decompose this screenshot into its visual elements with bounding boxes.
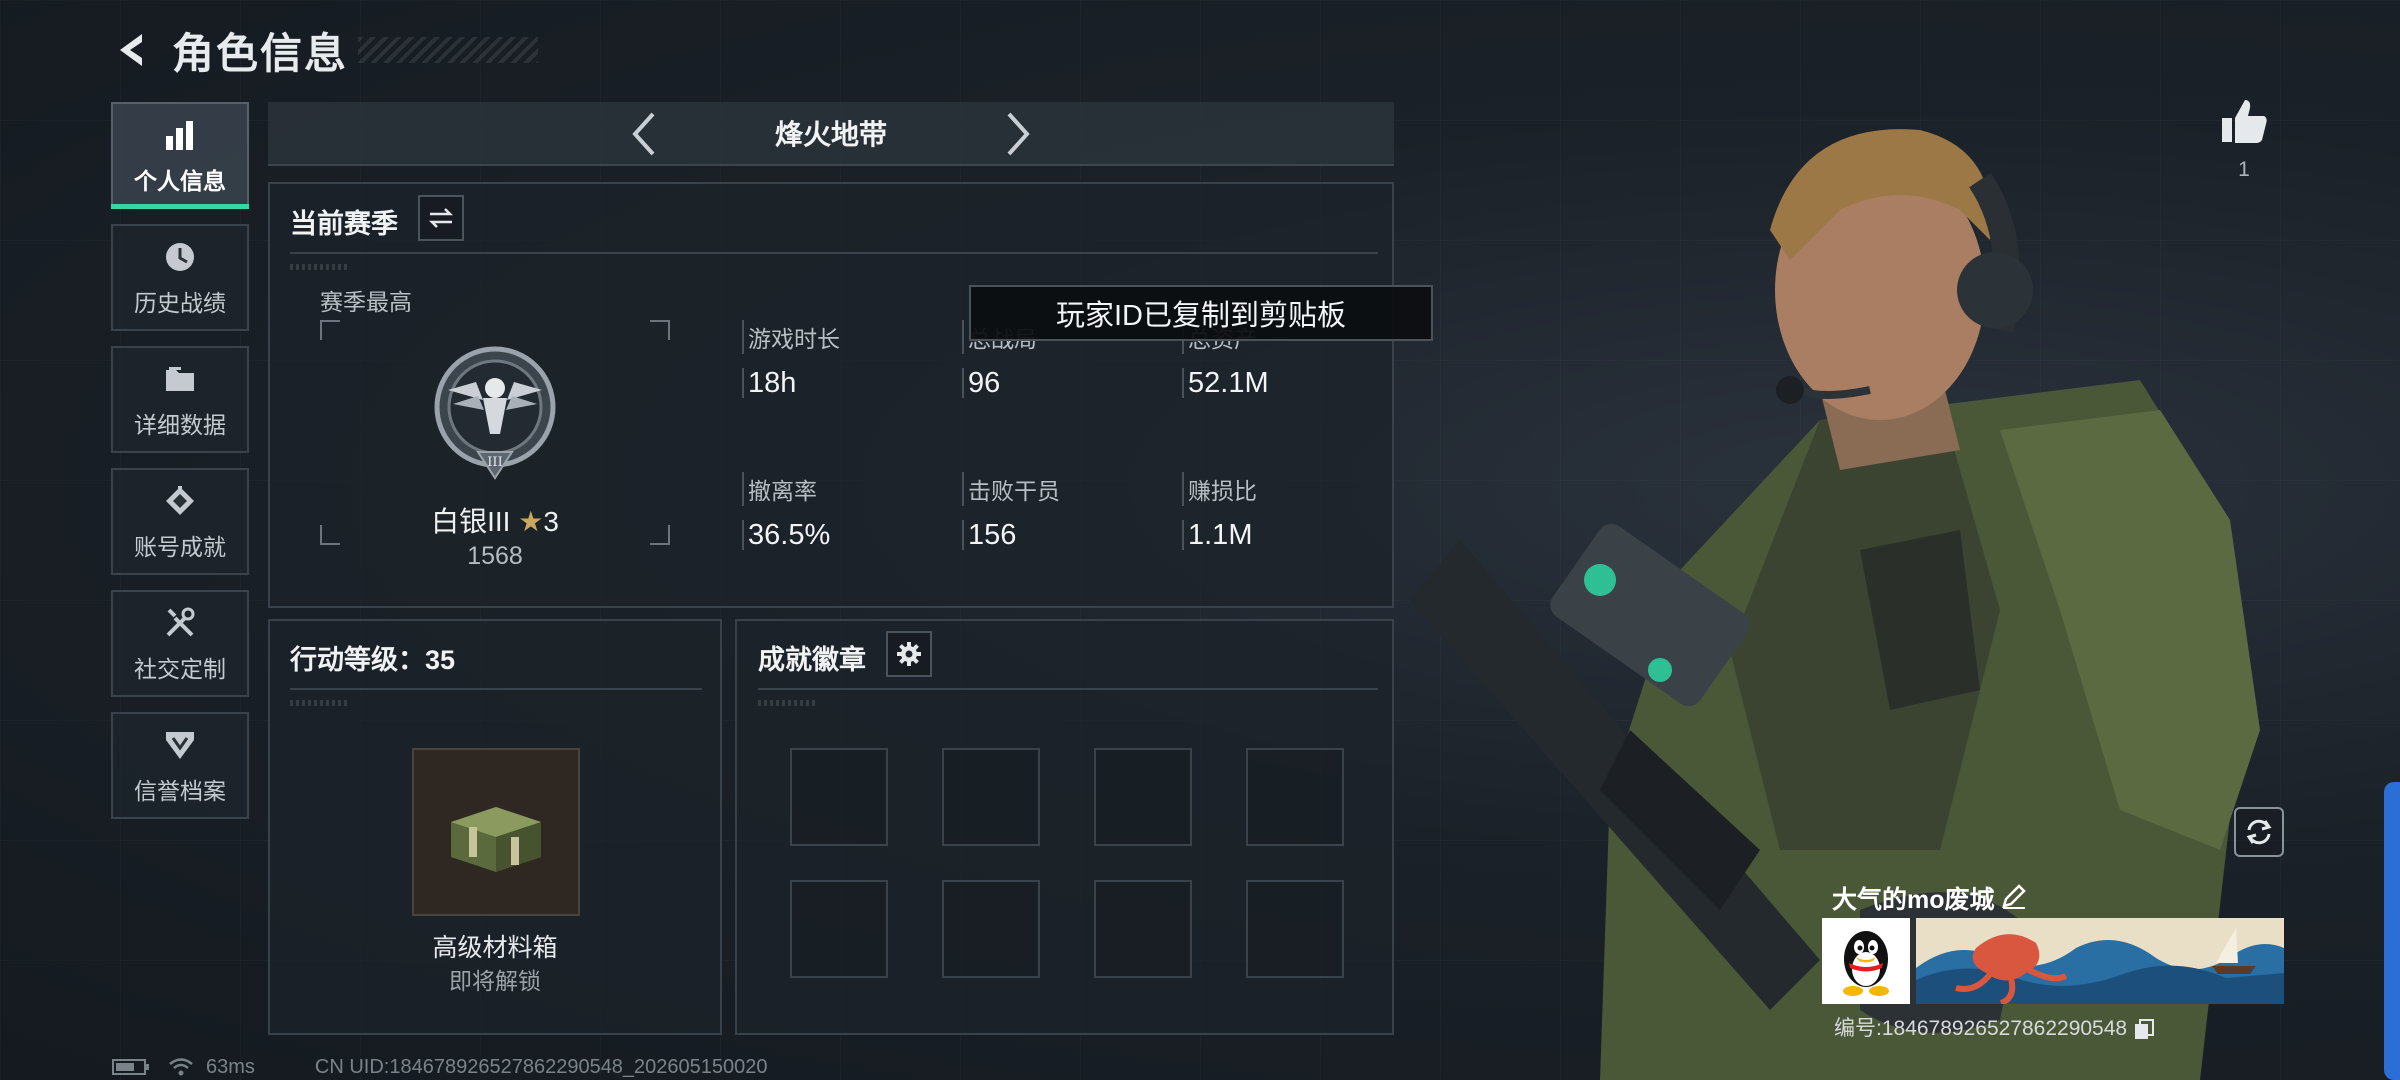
like-count: 1 [2238, 158, 2250, 181]
sidebar-item-detailed-data[interactable]: 详细数据 [111, 346, 249, 453]
sidebar-item-label: 个人信息 [134, 167, 226, 194]
title-decoration [358, 37, 539, 63]
achievement-icon [161, 482, 199, 520]
sidebar-item-social[interactable]: 社交定制 [111, 590, 249, 697]
battery-icon [112, 1059, 149, 1075]
rank-emblem-icon: III [434, 346, 556, 480]
divider [758, 688, 1378, 690]
folder-icon [161, 360, 199, 398]
qq-avatar-icon[interactable] [1822, 918, 1910, 1004]
pencil-edit-icon[interactable] [2000, 882, 2028, 910]
back-arrow-icon[interactable] [110, 28, 154, 72]
wifi-icon [169, 1058, 193, 1076]
stat-value: 52.1M [1182, 368, 1269, 398]
material-box-icon [451, 807, 541, 872]
profile-banner [1916, 918, 2284, 1004]
decoration [290, 264, 350, 270]
mode-name: 烽火地带 [774, 119, 887, 150]
badge-slot[interactable] [790, 880, 888, 978]
sidebar-item-label: 信誉档案 [134, 777, 226, 804]
chevron-left-icon[interactable] [620, 110, 668, 158]
copy-icon[interactable] [2133, 1018, 2155, 1040]
stat-value: 36.5% [742, 520, 830, 550]
season-title: 当前赛季 [290, 209, 398, 239]
uid-text: CN UID:1846789265278622905​48_2026051500… [314, 1055, 768, 1078]
rank-name: 白银III ★3 [320, 500, 670, 540]
stat-operators-defeated: 击败干员 156 [962, 472, 1060, 550]
sidebar-item-label: 社交定制 [134, 655, 226, 682]
stat-label: 赚损比 [1182, 472, 1257, 506]
sidebar-item-achievements[interactable]: 账号成就 [111, 468, 249, 575]
reputation-shield-icon [161, 726, 199, 764]
badge-slot[interactable] [942, 748, 1040, 846]
badge-slot[interactable] [942, 880, 1040, 978]
sidebar-item-label: 详细数据 [134, 411, 226, 438]
player-card: 大气的mo废城 编号:1846789265278622905​48 [1822, 876, 2284, 1044]
swap-icon[interactable] [418, 195, 464, 241]
stat-value: 96 [962, 368, 1037, 398]
status-bar: 63ms CN UID:1846789265278622905​48_20260… [112, 1054, 768, 1080]
reward-name: 高级材料箱 [432, 934, 558, 962]
frame-corner [650, 320, 670, 340]
svg-text:III: III [487, 455, 502, 470]
frame-corner [320, 320, 340, 340]
history-clock-icon [161, 238, 199, 276]
header: 角色信息 [110, 22, 539, 78]
refresh-icon[interactable] [2234, 807, 2284, 857]
season-best-label: 赛季最高 [320, 289, 412, 315]
rank-score: 1568 [467, 542, 523, 570]
mode-selector: 烽火地带 [268, 102, 1394, 166]
reward-status: 即将解锁 [449, 968, 541, 994]
badge-slot[interactable] [790, 748, 888, 846]
gear-icon[interactable] [886, 631, 932, 677]
player-name: 大气的mo废城 [1832, 886, 1995, 914]
decoration [758, 700, 818, 706]
decoration [290, 700, 350, 706]
action-level-title: 行动等级：35 [290, 645, 456, 675]
badge-slot[interactable] [1094, 748, 1192, 846]
stat-label: 击败干员 [962, 472, 1060, 506]
rank-tier: 白银III [431, 506, 511, 537]
stat-extraction-rate: 撤离率 36.5% [742, 472, 830, 550]
thumbs-up-icon[interactable] [2218, 96, 2270, 148]
reward-item[interactable] [412, 748, 580, 916]
sidebar-item-label: 账号成就 [134, 533, 226, 560]
player-id: 编号:1846789265278622905​48 [1834, 1012, 2155, 1042]
page-title: 角色信息 [172, 29, 349, 77]
divider [290, 688, 702, 690]
tools-icon [161, 604, 199, 642]
stat-value: 18h [742, 368, 840, 398]
sidebar-item-reputation[interactable]: 信誉档案 [111, 712, 249, 819]
stat-value: 1.1M [1182, 520, 1257, 550]
bar-chart-icon [161, 116, 199, 154]
sidebar-item-label: 历史战绩 [134, 289, 226, 316]
stat-label: 游戏时长 [742, 320, 840, 354]
divider [290, 252, 1378, 254]
badges-title: 成就徽章 [758, 645, 866, 675]
chevron-right-icon[interactable] [994, 110, 1042, 158]
sidebar-item-history[interactable]: 历史战绩 [111, 224, 249, 331]
sidebar-item-personal-info[interactable]: 个人信息 [111, 102, 249, 209]
stat-value: 156 [962, 520, 1060, 550]
rank-stars: 3 [543, 506, 559, 537]
badge-slot[interactable] [1094, 880, 1192, 978]
ping-value: 63ms [206, 1055, 255, 1078]
player-id-text: 编号:1846789265278622905​48 [1834, 1017, 2128, 1040]
stat-playtime: 游戏时长 18h [742, 320, 840, 398]
stat-profit-loss-ratio: 赚损比 1.1M [1182, 472, 1257, 550]
stat-label: 撤离率 [742, 472, 830, 506]
side-drawer-tab[interactable] [2384, 782, 2400, 1080]
star-icon: ★ [518, 506, 544, 537]
sidebar: 个人信息 历史战绩 详细数据 账号成就 社交定制 信誉档案 [111, 102, 249, 834]
